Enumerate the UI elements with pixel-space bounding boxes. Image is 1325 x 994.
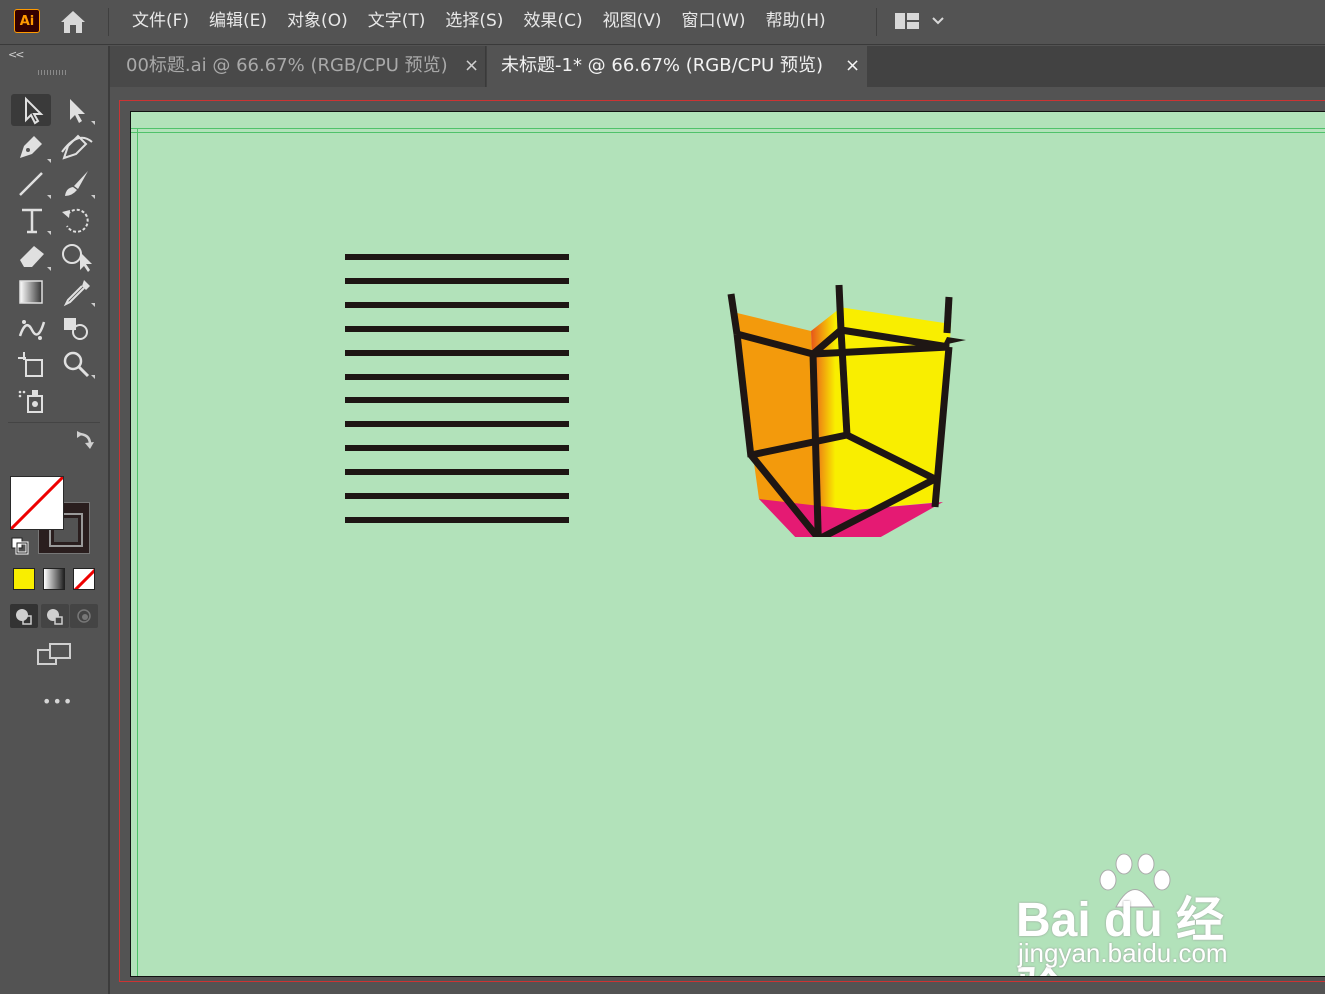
- main-menu: 文件(F) 编辑(E) 对象(O) 文字(T) 选择(S) 效果(C) 视图(V…: [122, 0, 836, 44]
- curvature-tool[interactable]: [58, 132, 98, 164]
- menu-help[interactable]: 帮助(H): [756, 0, 836, 44]
- menu-type[interactable]: 文字(T): [358, 0, 436, 44]
- guide-line: [137, 128, 138, 976]
- cube-artwork[interactable]: [721, 267, 981, 537]
- artboard[interactable]: Bai du 经验 jingyan.baidu.com: [130, 111, 1325, 977]
- cube-edge: [727, 293, 741, 335]
- menu-bar: Ai 文件(F) 编辑(E) 对象(O) 文字(T) 选择(S) 效果(C) 视…: [0, 0, 1325, 45]
- direct-selection-tool[interactable]: [58, 94, 98, 126]
- menu-select[interactable]: 选择(S): [435, 0, 513, 44]
- tab-label: 00标题.ai @ 66.67% (RGB/CPU 预览): [126, 55, 448, 76]
- tab-untitled-1[interactable]: 未标题-1* @ 66.67% (RGB/CPU 预览) ×: [487, 46, 867, 87]
- close-tab-icon[interactable]: ×: [464, 46, 479, 86]
- horizontal-line[interactable]: [345, 325, 569, 332]
- horizontal-line[interactable]: [345, 421, 569, 428]
- cube-corner-spike: [943, 337, 966, 345]
- horizontal-line[interactable]: [345, 277, 569, 284]
- menu-edit[interactable]: 编辑(E): [199, 0, 277, 44]
- home-icon[interactable]: [58, 9, 88, 35]
- paintbrush-tool[interactable]: [58, 168, 98, 200]
- toolbar-divider: [8, 422, 100, 423]
- close-tab-icon[interactable]: ×: [845, 46, 860, 86]
- pen-tool[interactable]: [14, 132, 54, 164]
- swap-fill-stroke-icon[interactable]: [74, 430, 96, 452]
- artboard-tool[interactable]: [14, 348, 54, 380]
- zoom-tool[interactable]: [58, 348, 98, 380]
- draw-inside-button[interactable]: [70, 604, 98, 628]
- menu-effect[interactable]: 效果(C): [513, 0, 592, 44]
- perspective-selection-tool[interactable]: [14, 384, 54, 416]
- eraser-tool[interactable]: [14, 240, 54, 272]
- selection-tool[interactable]: [11, 94, 51, 126]
- guide-line: [131, 132, 1325, 133]
- horizontal-line[interactable]: [345, 373, 569, 380]
- gradient-tool[interactable]: [14, 276, 54, 308]
- draw-normal-button[interactable]: [10, 604, 38, 628]
- horizontal-line[interactable]: [345, 493, 569, 499]
- menu-separator: [876, 8, 877, 36]
- horizontal-line[interactable]: [345, 445, 569, 452]
- horizontal-line[interactable]: [345, 469, 569, 476]
- horizontal-line[interactable]: [345, 254, 569, 260]
- menu-file[interactable]: 文件(F): [122, 0, 199, 44]
- color-mode-button[interactable]: [13, 568, 35, 590]
- canvas-area[interactable]: Bai du 经验 jingyan.baidu.com: [110, 88, 1325, 994]
- cube-edge: [835, 284, 845, 331]
- more-tools-icon[interactable]: •••: [42, 692, 73, 711]
- menu-separator: [108, 8, 109, 36]
- type-tool[interactable]: [14, 204, 54, 236]
- screen-mode-icon[interactable]: [36, 642, 74, 670]
- fill-color-swatch[interactable]: [10, 476, 64, 530]
- horizontal-line[interactable]: [345, 516, 569, 523]
- gradient-mode-button[interactable]: [43, 568, 65, 590]
- horizontal-line[interactable]: [345, 349, 569, 356]
- menu-view[interactable]: 视图(V): [593, 0, 672, 44]
- default-fill-stroke-icon[interactable]: [10, 536, 30, 556]
- guide-line: [131, 128, 1325, 129]
- watermark-url: jingyan.baidu.com: [1018, 938, 1228, 968]
- none-mode-button[interactable]: [73, 568, 95, 590]
- illustrator-logo: Ai: [14, 9, 40, 33]
- eyedropper-tool[interactable]: [58, 276, 98, 308]
- tab-00-title[interactable]: 00标题.ai @ 66.67% (RGB/CPU 预览) ×: [110, 46, 486, 87]
- horizontal-line[interactable]: [345, 397, 569, 404]
- shape-builder-tool[interactable]: [58, 240, 98, 272]
- menu-object[interactable]: 对象(O): [277, 0, 358, 44]
- panel-grip[interactable]: [38, 70, 68, 75]
- baidu-watermark: Bai du 经验 jingyan.baidu.com: [1016, 852, 1266, 976]
- rotate-tool[interactable]: [58, 204, 98, 236]
- workspace-switcher-icon[interactable]: [893, 10, 949, 32]
- blend-tool[interactable]: [58, 312, 98, 344]
- tools-panel: << •••: [0, 46, 110, 994]
- symbol-sprayer-tool[interactable]: [14, 312, 54, 344]
- document-tabs: 00标题.ai @ 66.67% (RGB/CPU 预览) × 未标题-1* @…: [110, 46, 1325, 87]
- draw-behind-button[interactable]: [41, 604, 69, 628]
- line-segment-tool[interactable]: [14, 168, 54, 200]
- collapse-panel-icon[interactable]: <<: [8, 48, 25, 61]
- cube-edge: [943, 296, 953, 334]
- menu-window[interactable]: 窗口(W): [671, 0, 755, 44]
- horizontal-line[interactable]: [345, 301, 569, 308]
- tab-label: 未标题-1* @ 66.67% (RGB/CPU 预览): [501, 55, 823, 76]
